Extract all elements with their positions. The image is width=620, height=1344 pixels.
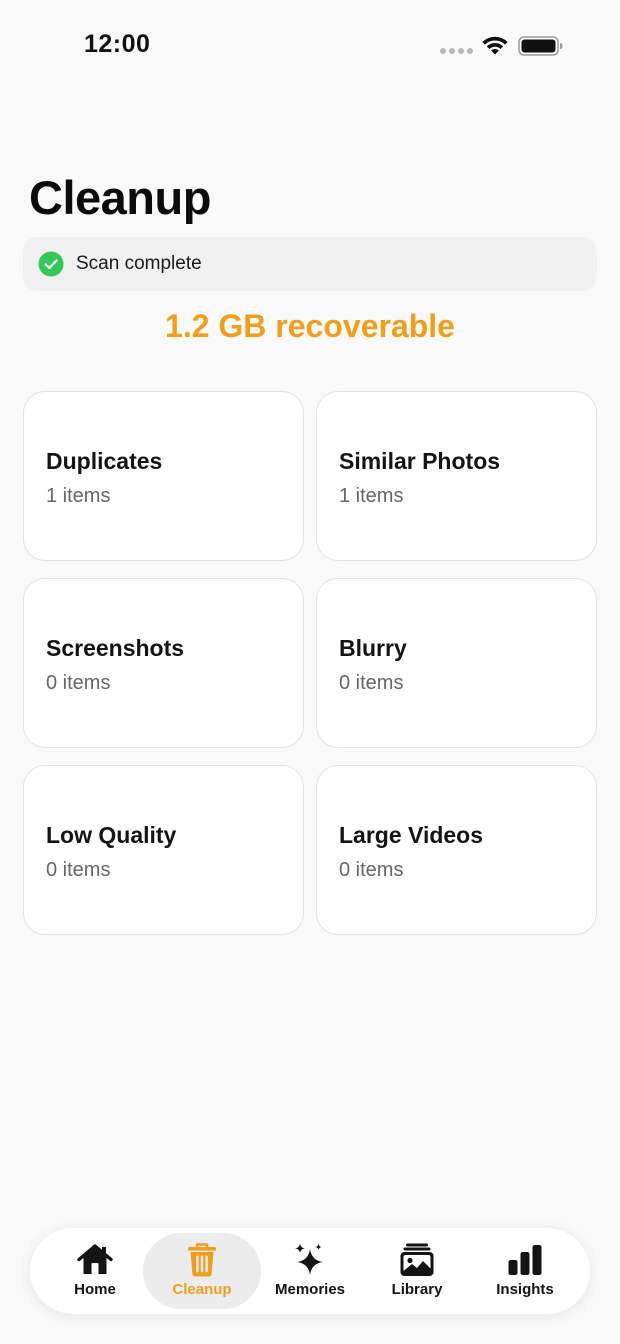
recoverable-size: 1.2 GB recoverable <box>165 308 455 344</box>
category-card-similar-photos[interactable]: Similar Photos 1 items <box>316 391 597 561</box>
status-time: 12:00 <box>84 30 151 58</box>
photo-stack-icon <box>400 1243 434 1276</box>
category-count: 0 items <box>46 672 111 694</box>
tab-library[interactable]: Library <box>362 1233 472 1309</box>
category-count: 0 items <box>46 859 111 881</box>
tab-cleanup[interactable]: Cleanup <box>143 1233 261 1309</box>
trash-icon <box>188 1243 216 1277</box>
house-icon <box>77 1244 113 1274</box>
tab-label: Memories <box>274 1281 346 1298</box>
tab-label: Library <box>391 1281 443 1298</box>
page-title: Cleanup <box>29 171 211 224</box>
category-card-screenshots[interactable]: Screenshots 0 items <box>23 578 304 748</box>
wifi-icon <box>482 36 508 55</box>
category-count: 0 items <box>339 859 404 881</box>
category-count: 0 items <box>339 672 404 694</box>
tab-bar: Home Cleanup Memories Library Insights <box>30 1228 590 1314</box>
category-card-blurry[interactable]: Blurry 0 items <box>316 578 597 748</box>
battery-icon <box>518 36 563 56</box>
category-count: 1 items <box>46 485 111 507</box>
category-title: Blurry <box>339 635 407 661</box>
tab-home[interactable]: Home <box>40 1233 150 1309</box>
category-count: 1 items <box>339 485 404 507</box>
category-title: Low Quality <box>46 822 177 848</box>
bar-chart-icon <box>508 1245 542 1275</box>
scan-status-text: Scan complete <box>76 253 202 274</box>
tab-label: Insights <box>496 1281 554 1298</box>
status-bar: 12:00 <box>0 0 620 92</box>
category-grid: Duplicates 1 items Similar Photos 1 item… <box>23 391 597 935</box>
cellular-signal-icon <box>440 48 473 54</box>
category-card-duplicates[interactable]: Duplicates 1 items <box>23 391 304 561</box>
sparkles-icon <box>295 1243 323 1275</box>
scan-status-banner: Scan complete <box>23 237 597 291</box>
category-card-low-quality[interactable]: Low Quality 0 items <box>23 765 304 935</box>
tab-label: Cleanup <box>172 1281 232 1298</box>
tab-insights[interactable]: Insights <box>470 1233 580 1309</box>
category-title: Similar Photos <box>339 448 501 474</box>
category-title: Duplicates <box>46 448 163 474</box>
checkmark-circle-icon <box>38 251 64 277</box>
tab-label: Home <box>74 1281 116 1298</box>
category-title: Screenshots <box>46 635 185 661</box>
category-title: Large Videos <box>339 822 484 848</box>
category-card-large-videos[interactable]: Large Videos 0 items <box>316 765 597 935</box>
tab-memories[interactable]: Memories <box>255 1233 365 1309</box>
